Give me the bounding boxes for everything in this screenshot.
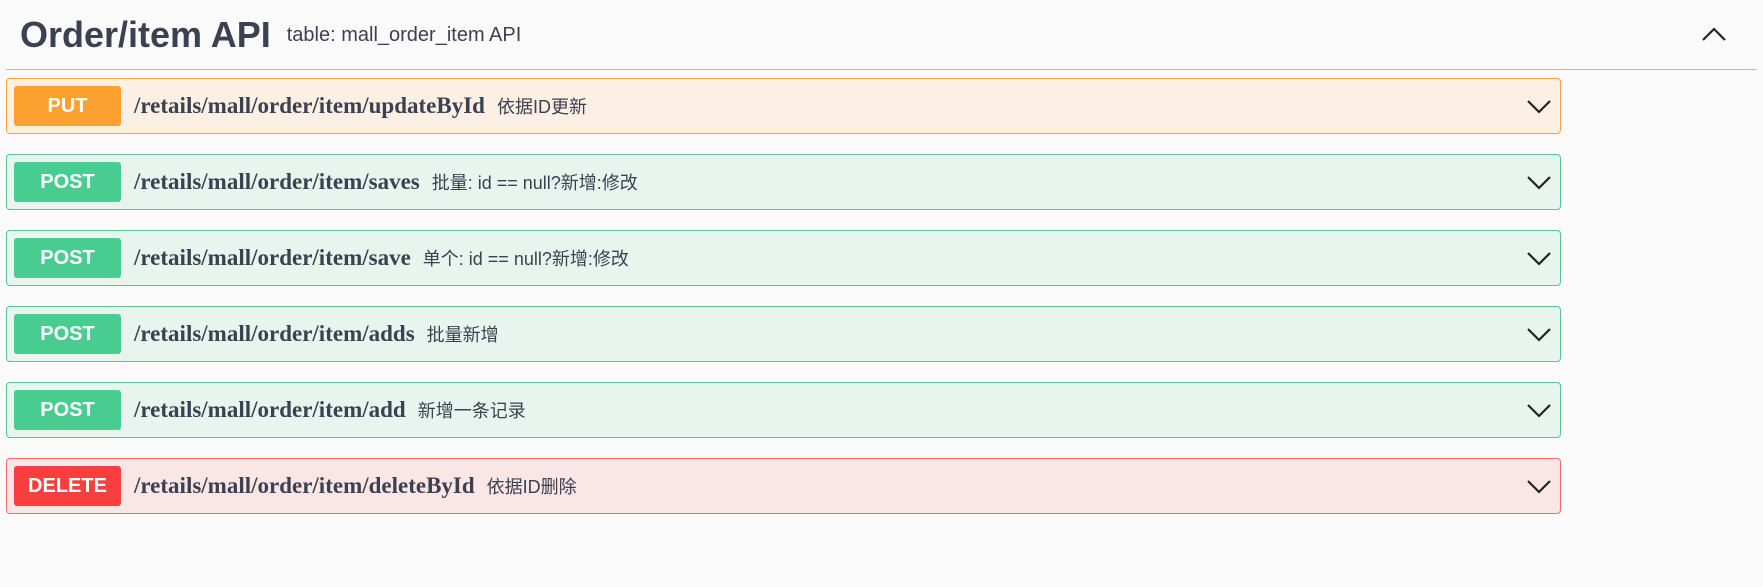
method-badge: POST — [14, 238, 121, 278]
operation-post-adds[interactable]: POST /retails/mall/order/item/adds 批量新增 — [6, 306, 1561, 362]
chevron-up-icon — [1702, 27, 1726, 41]
operation-summary: 批量新增 — [426, 325, 499, 345]
operation-path: /retails/mall/order/item/add — [134, 397, 406, 422]
operation-summary: 新增一条记录 — [417, 401, 526, 421]
method-badge: DELETE — [14, 466, 121, 506]
operation-path: /retails/mall/order/item/saves — [134, 169, 420, 194]
operation-path: /retails/mall/order/item/save — [134, 245, 411, 270]
chevron-down-icon[interactable] — [1524, 168, 1554, 198]
chevron-down-icon[interactable] — [1524, 472, 1554, 502]
tag-title: Order/item API — [20, 13, 271, 55]
operation-post-saves[interactable]: POST /retails/mall/order/item/saves 批量: … — [6, 154, 1561, 210]
operation-summary: 依据ID删除 — [486, 477, 577, 497]
method-badge: POST — [14, 314, 121, 354]
method-badge: PUT — [14, 86, 121, 126]
operation-path: /retails/mall/order/item/adds — [134, 321, 415, 346]
operation-post-save[interactable]: POST /retails/mall/order/item/save 单个: i… — [6, 230, 1561, 286]
tag-header[interactable]: Order/item API table: mall_order_item AP… — [6, 0, 1757, 70]
chevron-down-icon[interactable] — [1524, 396, 1554, 426]
method-badge: POST — [14, 390, 121, 430]
operation-path: /retails/mall/order/item/deleteById — [134, 473, 475, 498]
operation-summary: 批量: id == null?新增:修改 — [431, 173, 638, 193]
method-badge: POST — [14, 162, 121, 202]
chevron-down-icon[interactable] — [1524, 92, 1554, 122]
chevron-down-icon[interactable] — [1524, 320, 1554, 350]
collapse-button[interactable] — [1697, 17, 1731, 51]
api-tag-section: Order/item API table: mall_order_item AP… — [0, 0, 1763, 587]
tag-description: table: mall_order_item API — [286, 24, 522, 46]
operation-put-updatebyid[interactable]: PUT /retails/mall/order/item/updateById … — [6, 78, 1561, 134]
operation-summary: 单个: id == null?新增:修改 — [422, 249, 629, 269]
operation-post-add[interactable]: POST /retails/mall/order/item/add 新增一条记录 — [6, 382, 1561, 438]
operation-summary: 依据ID更新 — [496, 97, 587, 117]
operation-delete-deletebyid[interactable]: DELETE /retails/mall/order/item/deleteBy… — [6, 458, 1561, 514]
operation-path: /retails/mall/order/item/updateById — [134, 93, 485, 118]
chevron-down-icon[interactable] — [1524, 244, 1554, 274]
